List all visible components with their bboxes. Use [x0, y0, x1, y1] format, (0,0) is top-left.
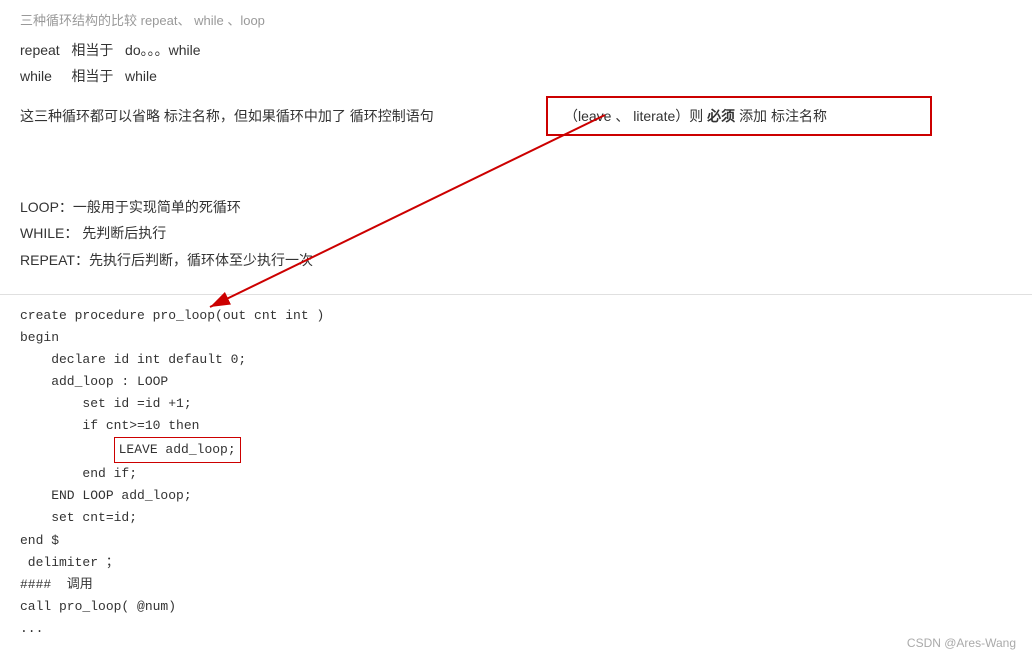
highlight-text-part1: （leave 、 literate）则	[564, 108, 707, 124]
code-line-3: declare id int default 0;	[20, 349, 1012, 371]
code-line-11: end $	[20, 530, 1012, 552]
code-line-8: end if;	[20, 463, 1012, 485]
code-line-6: if cnt>=10 then	[20, 415, 1012, 437]
highlight-text-part2: 添加 标注名称	[739, 108, 827, 124]
code-line-2: begin	[20, 327, 1012, 349]
code-line-12: delimiter ；	[20, 552, 1012, 574]
highlight-box: （leave 、 literate）则 必须 添加 标注名称	[546, 96, 932, 136]
while-row: while 相当于 while	[20, 65, 1012, 87]
repeat-label: repeat	[20, 42, 60, 58]
repeat-value: do。。。while	[125, 42, 200, 58]
top-section: 三种循环结构的比较 repeat、 while 、loop repeat 相当于…	[0, 0, 1032, 295]
loop-descriptions: LOOP：一般用于实现简单的死循环 WHILE： 先判断后执行 REPEAT：先…	[20, 194, 1012, 274]
while-equiv: 相当于	[71, 68, 113, 84]
while-value: while	[125, 68, 157, 84]
notice-main-text: 这三种循环都可以省略 标注名称，但如果循环中加了 循环控制语句	[20, 108, 434, 124]
code-line-13: #### 调用	[20, 574, 1012, 596]
code-line-10: set cnt=id;	[20, 507, 1012, 529]
loop-desc-repeat: REPEAT：先执行后判断，循环体至少执行一次	[20, 247, 1012, 274]
code-line-15: ...	[20, 618, 1012, 640]
code-line-14: call pro_loop( @num)	[20, 596, 1012, 618]
code-line-1: create procedure pro_loop(out cnt int )	[20, 305, 1012, 327]
code-line-9: END LOOP add_loop;	[20, 485, 1012, 507]
notice-text: 这三种循环都可以省略 标注名称，但如果循环中加了 循环控制语句	[20, 104, 516, 129]
code-line-5: set id =id +1;	[20, 393, 1012, 415]
notice-area: 这三种循环都可以省略 标注名称，但如果循环中加了 循环控制语句 （leave 、…	[20, 104, 1012, 154]
watermark: CSDN @Ares-Wang	[907, 636, 1016, 650]
code-line-4: add_loop : LOOP	[20, 371, 1012, 393]
code-line-7-highlighted: LEAVE add_loop;	[20, 437, 1012, 463]
code-section: create procedure pro_loop(out cnt int ) …	[0, 295, 1032, 660]
highlight-bold: 必须	[707, 108, 739, 124]
loop-desc-while: WHILE： 先判断后执行	[20, 220, 1012, 247]
top-header: 三种循环结构的比较 repeat、 while 、loop	[20, 10, 1012, 29]
page-container: 三种循环结构的比较 repeat、 while 、loop repeat 相当于…	[0, 0, 1032, 660]
repeat-row: repeat 相当于 do。。。while	[20, 39, 1012, 61]
repeat-equiv: 相当于	[71, 42, 113, 58]
while-label: while	[20, 68, 52, 84]
comparison-rows: repeat 相当于 do。。。while while 相当于 while	[20, 39, 1012, 88]
loop-desc-loop: LOOP：一般用于实现简单的死循环	[20, 194, 1012, 221]
leave-highlighted: LEAVE add_loop;	[114, 437, 241, 463]
